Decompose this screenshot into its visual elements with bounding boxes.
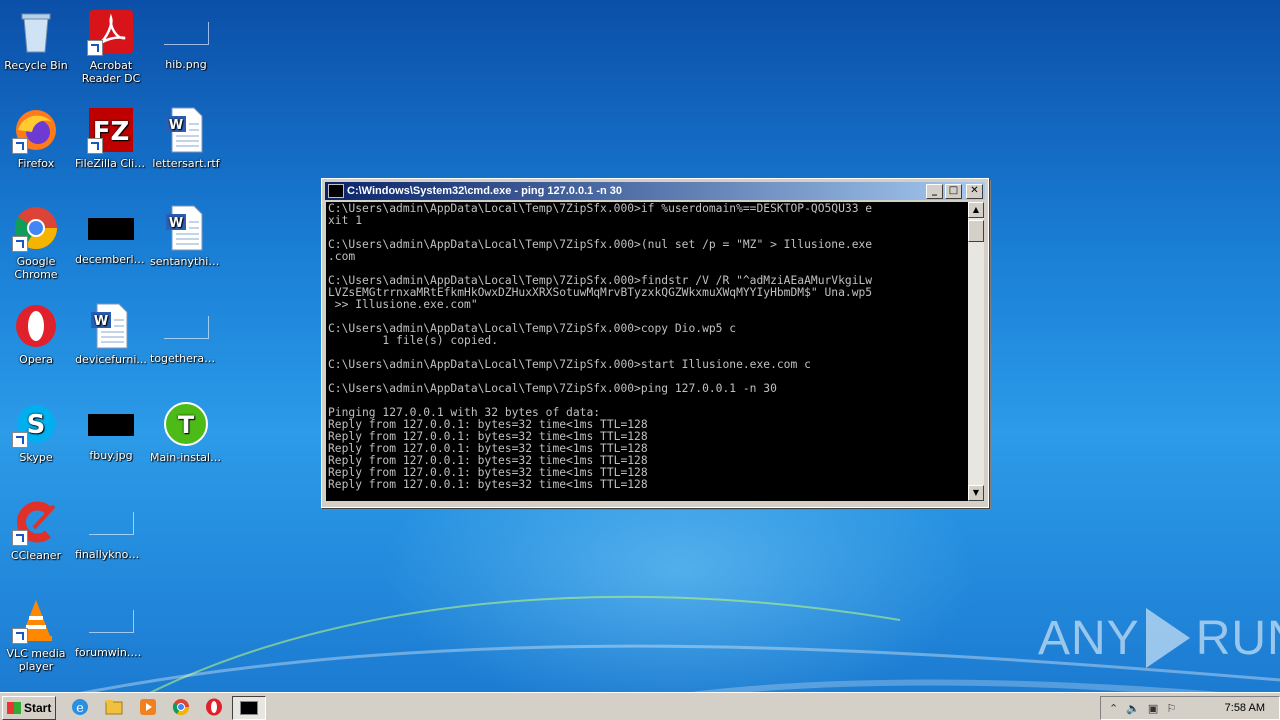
flag-icon[interactable]: ⚐ [1166, 702, 1176, 715]
watermark-left-text: ANY [1038, 611, 1140, 665]
word-document-icon: W [162, 106, 210, 154]
desktop-icon-lettersart[interactable]: W lettersart.rtf [150, 106, 222, 170]
explorer-icon[interactable] [104, 697, 124, 717]
svg-text:S: S [27, 410, 46, 440]
chrome-icon [12, 204, 60, 252]
start-label: Start [24, 701, 52, 715]
file-icon [163, 316, 209, 339]
start-button[interactable]: Start [2, 696, 56, 720]
desktop-icon-firefox[interactable]: Firefox [0, 106, 72, 170]
desktop-icon-hib[interactable]: hib.png [150, 8, 222, 71]
skype-icon: S [12, 400, 60, 448]
svg-text:e: e [76, 701, 84, 716]
desktop-icon-finallyknowl[interactable]: finallyknowl... [75, 498, 147, 561]
desktop-icon-ccleaner[interactable]: CCleaner [0, 498, 72, 562]
file-icon [88, 610, 134, 633]
desktop-icon-devicefurni[interactable]: W devicefurni... [75, 302, 147, 366]
recycle-bin-icon [12, 8, 60, 56]
window-title: C:\Windows\System32\cmd.exe - ping 127.0… [347, 185, 622, 197]
speaker-icon[interactable]: 🔈 [1126, 702, 1140, 715]
acrobat-icon [87, 8, 135, 56]
vertical-scrollbar[interactable]: ▲ ▼ [968, 202, 984, 501]
desktop-icon-fbuy[interactable]: fbuy.jpg [75, 400, 147, 462]
desktop-icon-sentanythin[interactable]: W sentanythin... [150, 204, 222, 268]
console-text: C:\Users\admin\AppData\Local\Temp\7ZipSf… [328, 202, 873, 491]
anyrun-watermark: ANY RUN [1038, 608, 1280, 668]
svg-text:W: W [169, 216, 183, 231]
scroll-thumb[interactable] [968, 220, 984, 242]
scroll-up-button[interactable]: ▲ [968, 202, 984, 218]
maximize-button[interactable]: □ [945, 183, 962, 199]
image-thumbnail-icon [88, 218, 134, 240]
opera-taskbar-icon[interactable] [204, 697, 224, 717]
desktop-icon-vlc[interactable]: VLC media player [0, 596, 72, 673]
word-document-icon: W [87, 302, 135, 350]
show-hidden-icons-icon[interactable]: ⌃ [1109, 702, 1118, 715]
console-icon [240, 701, 258, 715]
minimize-button[interactable]: _ [926, 183, 943, 199]
system-tray: ⌃ 🔈 ▣ ⚐ 7:58 AM [1100, 696, 1280, 720]
window-titlebar[interactable]: C:\Windows\System32\cmd.exe - ping 127.0… [325, 182, 985, 200]
cmd-window[interactable]: C:\Windows\System32\cmd.exe - ping 127.0… [321, 178, 989, 508]
file-icon [163, 22, 209, 45]
cmd-taskbar-button[interactable] [232, 696, 266, 720]
ccleaner-icon [12, 498, 60, 546]
windows-logo-icon [7, 702, 21, 714]
filezilla-icon: FZ [87, 106, 135, 154]
scroll-down-button[interactable]: ▼ [968, 485, 984, 501]
installer-icon: T [162, 400, 210, 448]
file-icon [88, 512, 134, 535]
desktop-icon-acrobat-reader[interactable]: Acrobat Reader DC [75, 8, 147, 85]
media-player-icon[interactable] [138, 697, 158, 717]
svg-text:W: W [94, 314, 108, 329]
vlc-icon [12, 596, 60, 644]
clock[interactable]: 7:58 AM [1225, 702, 1265, 714]
desktop-icon-decemberlar[interactable]: decemberlar... [75, 204, 147, 266]
opera-icon [12, 302, 60, 350]
desktop-icon-skype[interactable]: S Skype [0, 400, 72, 464]
console-output[interactable]: C:\Users\admin\AppData\Local\Temp\7ZipSf… [326, 202, 968, 501]
desktop-icon-recycle-bin[interactable]: Recycle Bin [0, 8, 72, 72]
console-icon [328, 184, 344, 198]
desktop-icon-main-install[interactable]: T Main-install-... [150, 400, 222, 464]
play-icon [1145, 608, 1190, 668]
watermark-right-text: RUN [1195, 611, 1280, 665]
svg-text:T: T [178, 411, 195, 439]
image-thumbnail-icon [88, 414, 134, 436]
network-icon[interactable]: ▣ [1148, 702, 1158, 715]
desktop-icon-google-chrome[interactable]: Google Chrome [0, 204, 72, 281]
desktop-icon-forumwin[interactable]: forumwin.png [75, 596, 147, 659]
word-document-icon: W [162, 204, 210, 252]
close-button[interactable]: ✕ [966, 183, 983, 199]
svg-text:W: W [169, 118, 183, 133]
desktop-icon-togetheraut[interactable]: togetheraut... [150, 302, 222, 365]
firefox-icon [12, 106, 60, 154]
ie-icon[interactable]: e [70, 697, 90, 717]
taskbar: Start e ⌃ 🔈 ▣ ⚐ 7:58 AM [0, 692, 1280, 720]
desktop-icon-opera[interactable]: Opera [0, 302, 72, 366]
chrome-taskbar-icon[interactable] [171, 697, 191, 717]
desktop-icon-filezilla[interactable]: FZ FileZilla Client [75, 106, 147, 170]
